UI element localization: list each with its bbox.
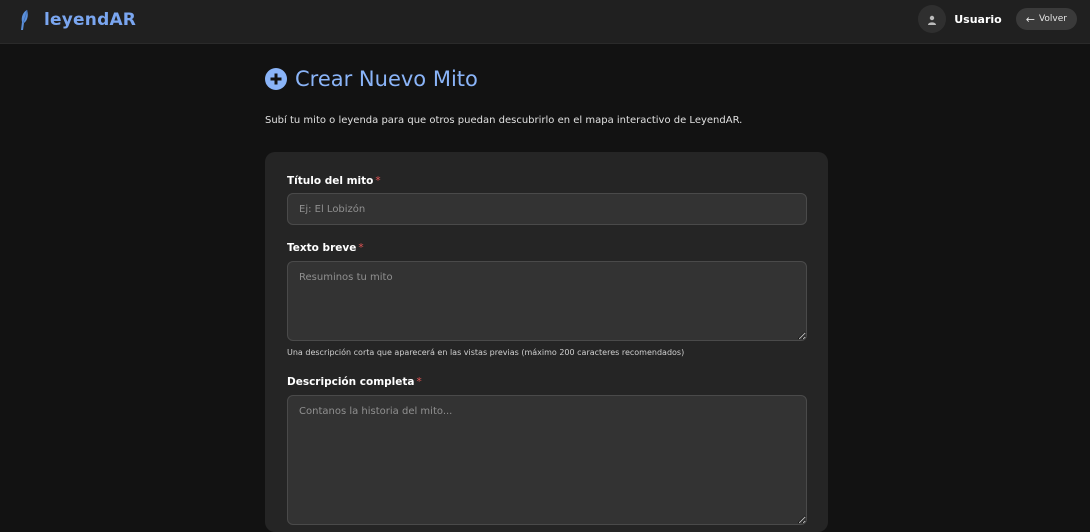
brand-name: leyendAR: [44, 10, 137, 30]
plus-circle-icon: [265, 68, 287, 90]
title-field-label-text: Título del mito: [287, 175, 374, 187]
page-title: Crear Nuevo Mito: [295, 67, 478, 91]
title-field-label: Título del mito *: [287, 175, 381, 187]
feather-logo-icon: [18, 9, 32, 31]
page-header: Crear Nuevo Mito: [265, 66, 478, 92]
myth-form: Título del mito* Texto breve* Una descri…: [265, 152, 828, 532]
user-name[interactable]: Usuario: [954, 13, 1002, 26]
short-text-field-label-text: Texto breve: [287, 242, 357, 254]
avatar[interactable]: [918, 5, 947, 33]
user-icon: [927, 10, 937, 29]
required-mark: *: [375, 175, 381, 187]
user-area: Usuario ← Volver: [918, 5, 1077, 33]
required-mark: *: [358, 242, 364, 254]
arrow-left-icon: ←: [1025, 12, 1035, 26]
description-input[interactable]: [287, 395, 807, 525]
required-mark: *: [416, 376, 422, 388]
back-button[interactable]: ← Volver: [1015, 8, 1077, 30]
top-navbar: leyendAR Usuario ← Volver: [0, 0, 1090, 44]
description-field-label: Descripción completa *: [287, 376, 422, 388]
title-input[interactable]: [287, 193, 807, 225]
short-text-help: Una descripción corta que aparecerá en l…: [287, 348, 685, 357]
back-button-label: Volver: [1038, 14, 1067, 24]
description-field-label-text: Descripción completa: [287, 376, 415, 388]
short-text-input[interactable]: [287, 261, 807, 341]
short-text-field-label: Texto breve *: [287, 242, 364, 254]
brand[interactable]: leyendAR: [18, 7, 136, 33]
page-subtitle: Subí tu mito o leyenda para que otros pu…: [265, 115, 743, 126]
